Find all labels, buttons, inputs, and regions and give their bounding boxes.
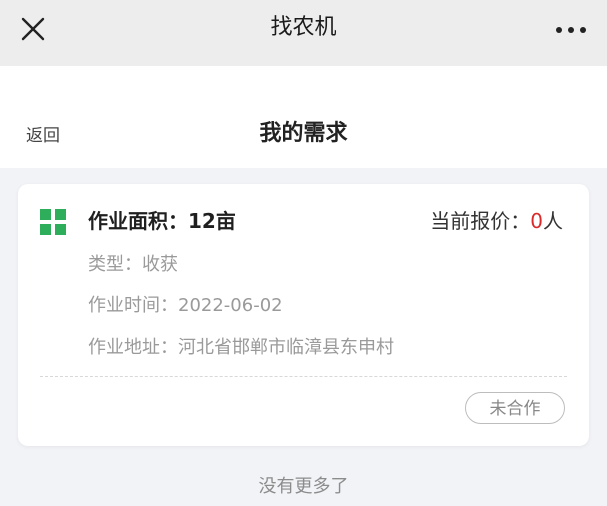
current-quote-count: 0 xyxy=(530,209,543,233)
app-title: 找农机 xyxy=(270,15,337,40)
work-type-label: 类型： xyxy=(88,254,142,275)
top-bar: 找农机 xyxy=(0,0,607,66)
more-icon[interactable] xyxy=(551,18,591,42)
work-address: 作业地址：河北省邯郸市临漳县东申村 xyxy=(88,333,394,359)
demand-card[interactable]: 作业面积：12亩 当前报价：0人 类型：收获 作业时间：2022-06-02 作… xyxy=(18,184,589,446)
page-title: 我的需求 xyxy=(259,121,348,146)
farm-field-icon xyxy=(40,209,66,235)
work-area: 作业面积：12亩 xyxy=(88,205,236,234)
work-type-value: 收获 xyxy=(142,254,178,275)
work-time-value: 2022-06-02 xyxy=(178,295,283,316)
current-quote: 当前报价：0人 xyxy=(430,205,563,234)
work-address-value: 河北省邯郸市临漳县东申村 xyxy=(178,337,394,358)
work-area-label: 作业面积： xyxy=(88,209,188,233)
cooperation-status-badge: 未合作 xyxy=(465,392,565,424)
work-type: 类型：收获 xyxy=(88,250,178,276)
current-quote-label: 当前报价： xyxy=(430,209,531,233)
work-address-label: 作业地址： xyxy=(88,337,178,358)
page-header: 返回 我的需求 xyxy=(0,66,607,168)
work-time: 作业时间：2022-06-02 xyxy=(88,291,283,317)
card-divider xyxy=(40,376,567,377)
work-area-value: 12亩 xyxy=(188,209,236,233)
list-end-text: 没有更多了 xyxy=(258,476,349,497)
work-time-label: 作业时间： xyxy=(88,295,178,316)
current-quote-unit: 人 xyxy=(543,209,563,233)
